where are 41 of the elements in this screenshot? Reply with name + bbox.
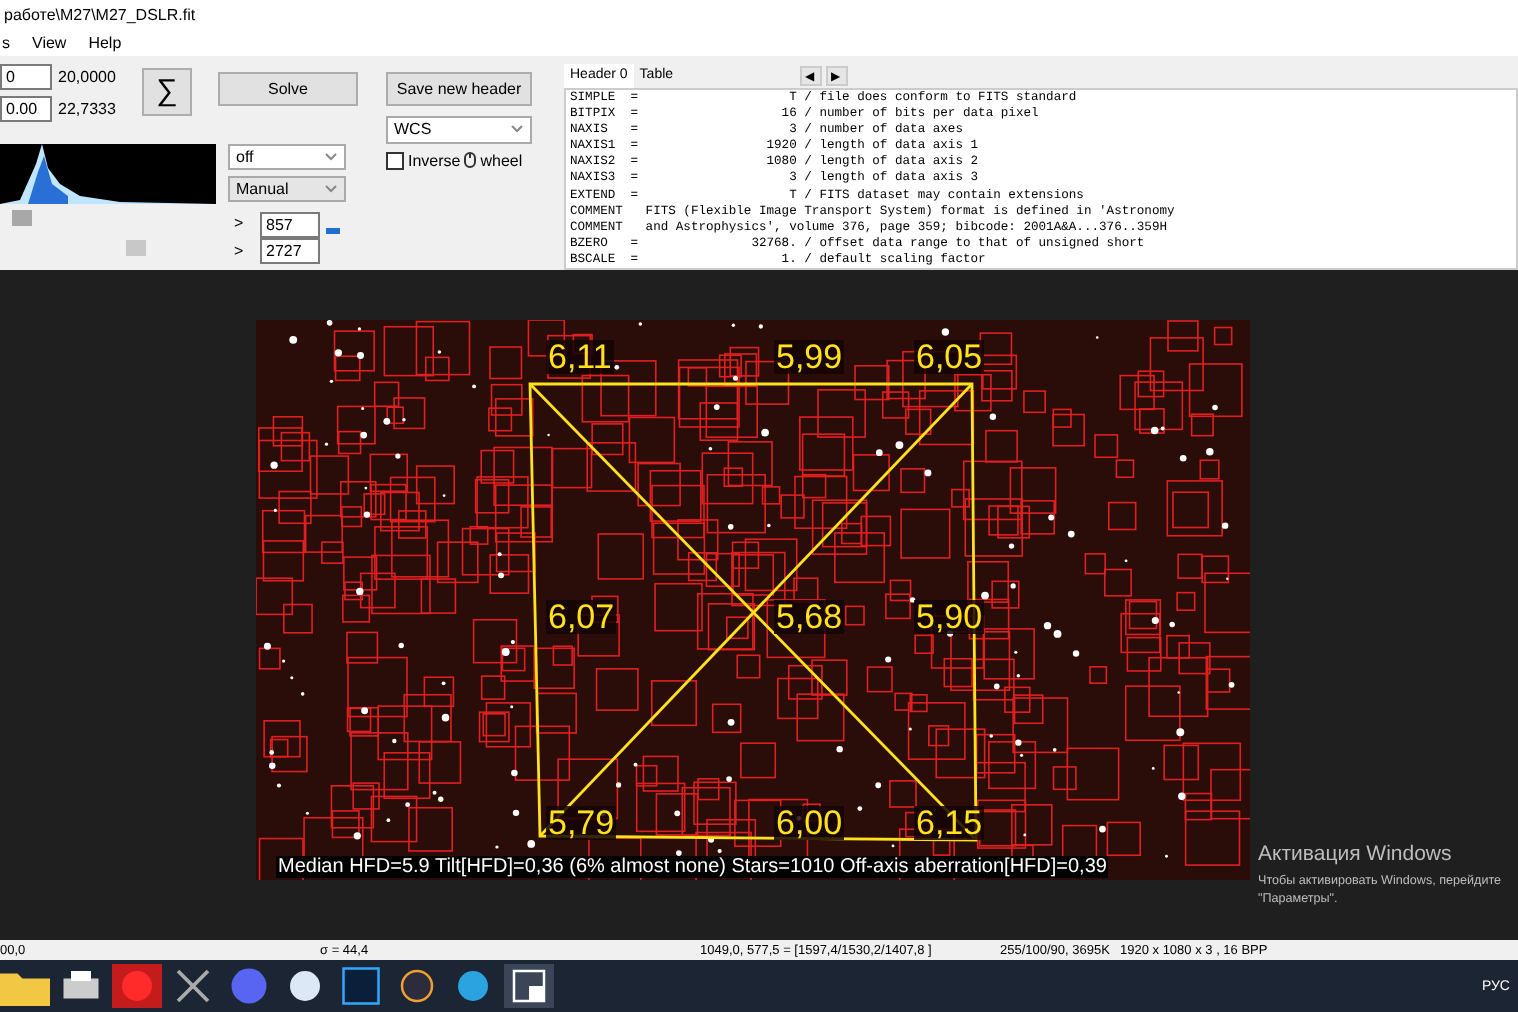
tilt-label: 6,05 bbox=[914, 340, 985, 374]
hfd-summary: Median HFD=5.9 Tilt[HFD]=0,36 (6% almost none) Stars=1010 Off-axis aberration[HFD]=0,39 bbox=[276, 856, 1109, 878]
tilt-label: 5,99 bbox=[774, 340, 845, 374]
activation-title: Активация Windows bbox=[1258, 842, 1452, 866]
projection-dropdown[interactable]: WCS bbox=[386, 115, 532, 144]
slider-thumb[interactable] bbox=[126, 239, 146, 256]
image-editor-icon[interactable] bbox=[336, 964, 386, 1008]
chevron-icon bbox=[510, 124, 524, 135]
chevron-icon bbox=[324, 151, 338, 162]
window-title: работе\M27\M27_DSLR.fit bbox=[4, 5, 196, 24]
tilt-label: 6,00 bbox=[774, 806, 845, 840]
slider-thumb[interactable] bbox=[12, 209, 32, 226]
arrow-label: > bbox=[234, 213, 244, 232]
spin-indicator[interactable] bbox=[326, 227, 340, 234]
tilt-label: 5,90 bbox=[914, 600, 985, 634]
checkbox-label: wheel bbox=[480, 151, 523, 170]
tilt-label: 6,11 bbox=[546, 340, 614, 374]
min-field[interactable]: 2727 bbox=[260, 237, 320, 264]
save-header-button[interactable]: Save new header bbox=[386, 71, 532, 106]
checkbox-label: Inverse bbox=[408, 151, 461, 170]
menu-item[interactable]: View bbox=[30, 33, 69, 52]
tilt-label: 5,79 bbox=[546, 806, 617, 840]
arrow-label: > bbox=[234, 241, 244, 260]
window-icon[interactable] bbox=[504, 964, 554, 1008]
mouse-icon bbox=[464, 152, 477, 169]
coordinate-reading: 22,7333 bbox=[58, 99, 116, 118]
sum-button[interactable]: ∑ bbox=[142, 67, 192, 116]
tilt-label: 6,15 bbox=[914, 806, 985, 840]
solve-button[interactable]: Solve bbox=[218, 71, 358, 106]
tilt-label: 6,07 bbox=[546, 600, 617, 634]
inverse-checkbox[interactable] bbox=[386, 151, 404, 170]
coordinate-field[interactable]: 0 bbox=[0, 63, 52, 90]
menu-item[interactable]: Help bbox=[86, 33, 124, 52]
stretch-dropdown[interactable]: off bbox=[228, 143, 346, 170]
menu-item[interactable]: s bbox=[0, 33, 12, 52]
coordinate-field[interactable]: 0.00 bbox=[0, 95, 52, 122]
tilt-label: 5,68 bbox=[774, 600, 845, 634]
chevron-icon bbox=[324, 183, 338, 194]
max-field[interactable]: 857 bbox=[260, 211, 320, 238]
mode-dropdown[interactable]: Manual bbox=[228, 175, 346, 202]
coordinate-reading: 20,0000 bbox=[58, 67, 116, 86]
